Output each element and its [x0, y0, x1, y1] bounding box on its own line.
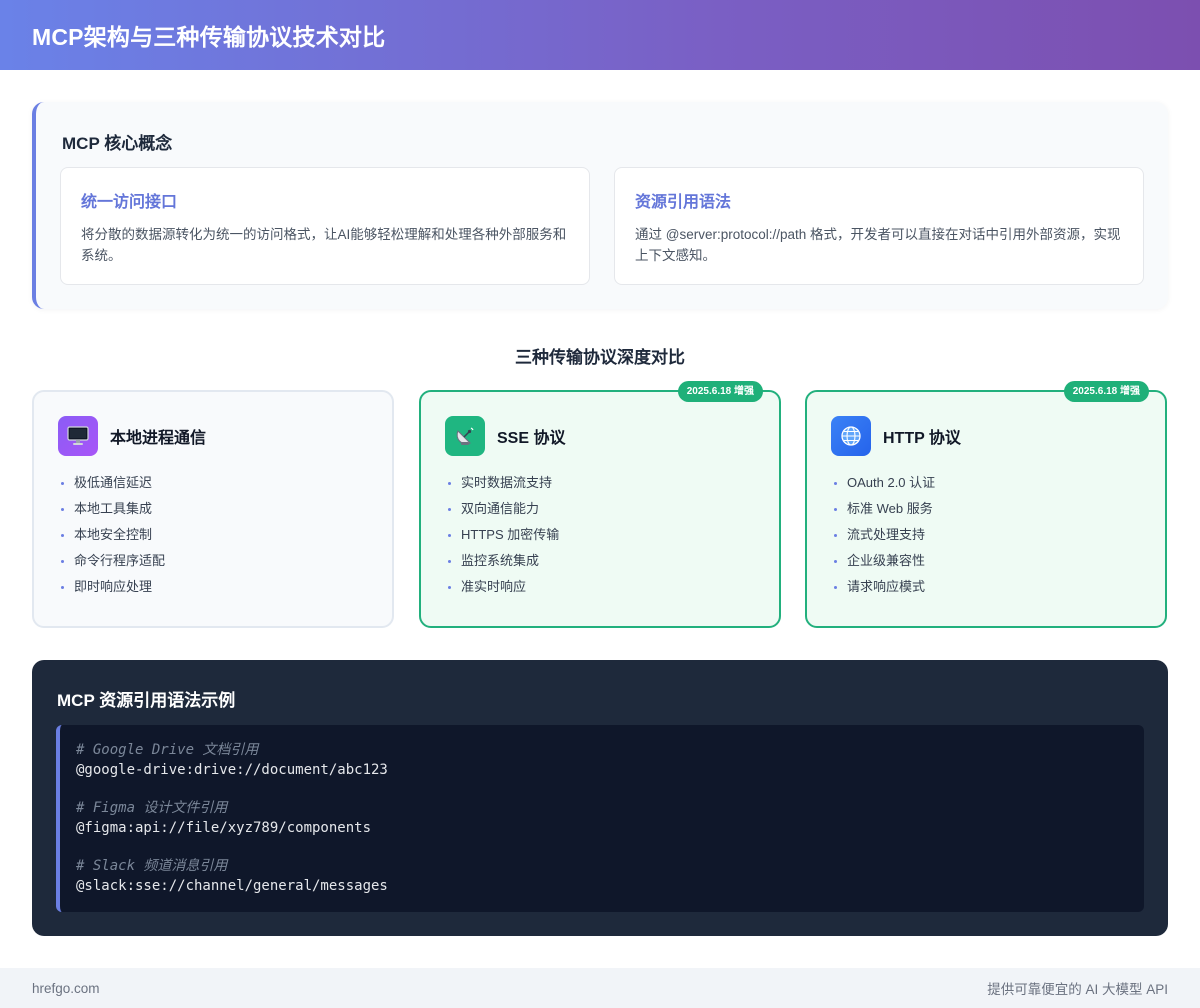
feature-item: 准实时响应: [445, 574, 755, 600]
feature-list: 实时数据流支持 双向通信能力 HTTPS 加密传输 监控系统集成 准实时响应: [445, 470, 755, 600]
feature-item: 监控系统集成: [445, 548, 755, 574]
protocol-card-header: SSE 协议: [445, 416, 755, 456]
enhanced-badge: 2025.6.18 增强: [677, 381, 763, 402]
protocol-card-http: 2025.6.18 增强 HTTP 协议 OAuth 2.0 认证 标准 Web…: [805, 381, 1167, 628]
concept-card-title: 资源引用语法: [635, 194, 732, 211]
code-block[interactable]: # Google Drive 文档引用 @google-drive:drive:…: [56, 725, 1144, 912]
protocol-card-header: 本地进程通信: [58, 416, 368, 456]
protocol-card-title: SSE 协议: [497, 430, 566, 447]
feature-item: HTTPS 加密传输: [445, 522, 755, 548]
feature-item: 本地安全控制: [58, 522, 368, 548]
code-statement: @figma:api://file/xyz789/components: [76, 819, 372, 836]
concept-card-title: 统一访问接口: [81, 194, 178, 211]
code-statement: @slack:sse://channel/general/messages: [76, 877, 388, 894]
page-footer: hrefgo.com 提供可靠便宜的 AI 大模型 API: [0, 968, 1200, 1008]
footer-site-link[interactable]: hrefgo.com: [32, 981, 100, 996]
code-statement: @google-drive:drive://document/abc123: [76, 761, 388, 778]
protocol-card-local: 本地进程通信 极低通信延迟 本地工具集成 本地安全控制 命令行程序适配 即时响应…: [32, 390, 394, 628]
enhanced-badge: 2025.6.18 增强: [1063, 381, 1149, 402]
feature-list: 极低通信延迟 本地工具集成 本地安全控制 命令行程序适配 即时响应处理: [58, 470, 368, 600]
concept-card-text: 将分散的数据源转化为统一的访问格式，让AI能够轻松理解和处理各种外部服务和系统。: [81, 227, 567, 263]
code-comment: # Figma 设计文件引用: [76, 800, 228, 816]
comparison-title: 三种传输协议深度对比: [515, 348, 685, 367]
syntax-example-panel: MCP 资源引用语法示例 # Google Drive 文档引用 @google…: [32, 660, 1168, 936]
syntax-example-title: MCP 资源引用语法示例: [57, 691, 236, 710]
concept-card-text: 通过 @server:protocol://path 格式，开发者可以直接在对话…: [635, 227, 1121, 263]
protocol-card-header: HTTP 协议: [831, 416, 1141, 456]
feature-item: 本地工具集成: [58, 496, 368, 522]
concept-card-unified-access: 统一访问接口 将分散的数据源转化为统一的访问格式，让AI能够轻松理解和处理各种外…: [60, 167, 590, 285]
satellite-icon: [445, 416, 485, 456]
feature-item: 标准 Web 服务: [831, 496, 1141, 522]
page-title: MCP架构与三种传输协议技术对比: [32, 24, 386, 50]
core-concept-title: MCP 核心概念: [62, 134, 173, 153]
protocol-card-sse: 2025.6.18 增强 SSE 协议 实时数据流支持 双向通信能力 HTTPS…: [419, 381, 781, 628]
feature-item: 双向通信能力: [445, 496, 755, 522]
feature-item: 请求响应模式: [831, 574, 1141, 600]
feature-list: OAuth 2.0 认证 标准 Web 服务 流式处理支持 企业级兼容性 请求响…: [831, 470, 1141, 600]
globe-icon: [831, 416, 871, 456]
computer-icon: [58, 416, 98, 456]
protocol-card-title: HTTP 协议: [883, 430, 961, 447]
protocol-card-title: 本地进程通信: [110, 430, 207, 447]
feature-item: 极低通信延迟: [58, 470, 368, 496]
feature-item: 流式处理支持: [831, 522, 1141, 548]
code-comment: # Google Drive 文档引用: [76, 742, 259, 758]
feature-item: 实时数据流支持: [445, 470, 755, 496]
feature-item: 即时响应处理: [58, 574, 368, 600]
code-comment: # Slack 频道消息引用: [76, 858, 228, 874]
feature-item: 企业级兼容性: [831, 548, 1141, 574]
concept-card-resource-syntax: 资源引用语法 通过 @server:protocol://path 格式，开发者…: [614, 167, 1144, 285]
page-header: MCP架构与三种传输协议技术对比: [0, 0, 1200, 70]
core-concept-panel: MCP 核心概念 统一访问接口 将分散的数据源转化为统一的访问格式，让AI能够轻…: [32, 102, 1168, 309]
feature-item: 命令行程序适配: [58, 548, 368, 574]
footer-tagline: 提供可靠便宜的 AI 大模型 API: [987, 982, 1168, 997]
feature-item: OAuth 2.0 认证: [831, 470, 1141, 496]
